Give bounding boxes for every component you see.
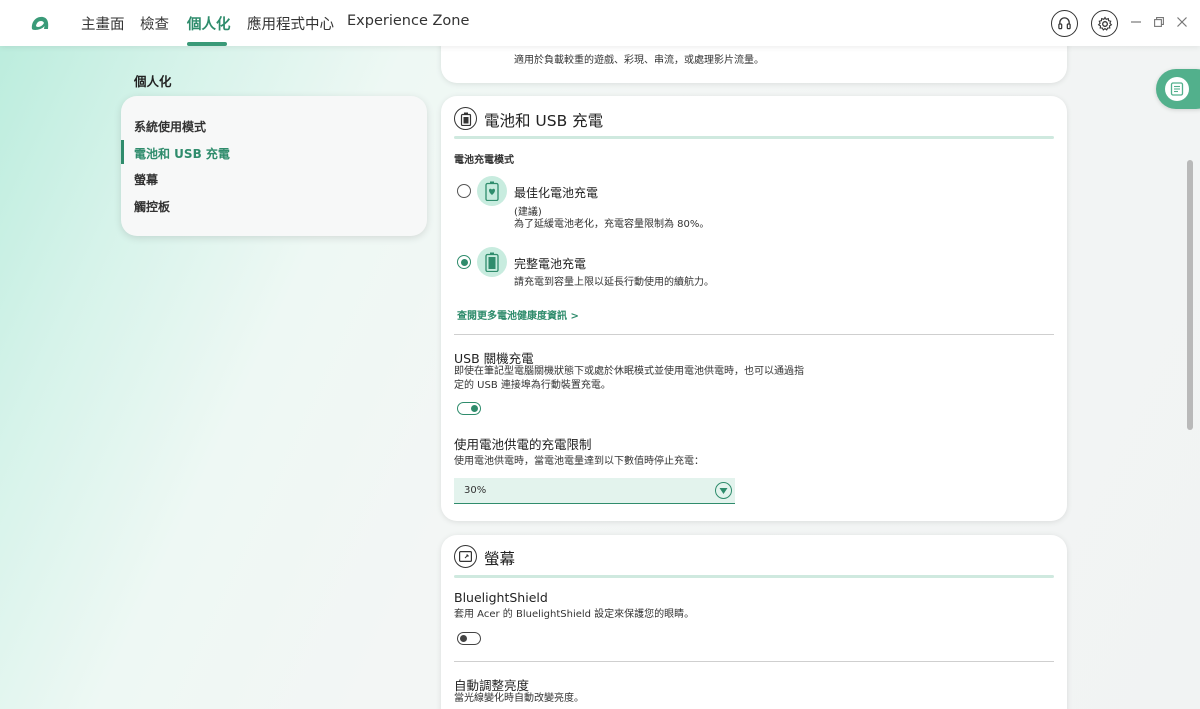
bluelight-toggle[interactable] bbox=[457, 632, 481, 645]
headset-icon bbox=[1058, 17, 1071, 30]
battery-limit-value: 30% bbox=[464, 485, 487, 496]
restore-button[interactable] bbox=[1152, 14, 1166, 30]
mode-description: 適用於負載較重的遊戲、彩現、串流，或處理影片流量。 bbox=[514, 55, 764, 66]
battery-icon bbox=[460, 112, 471, 126]
full-charge-title: 完整電池充電 bbox=[514, 257, 587, 271]
optimized-charge-title: 最佳化電池充電 bbox=[514, 186, 599, 200]
scrollbar-thumb[interactable] bbox=[1187, 160, 1193, 430]
sidebar-item-screen[interactable]: 螢幕 bbox=[134, 171, 158, 188]
minimize-icon bbox=[1131, 21, 1141, 23]
active-tab-indicator bbox=[187, 42, 227, 46]
sidebar-item-system-mode[interactable]: 系統使用模式 bbox=[134, 118, 206, 135]
optimized-charge-icon bbox=[477, 176, 507, 206]
sidebar-section-title: 個人化 bbox=[134, 74, 172, 89]
settings-button[interactable] bbox=[1091, 10, 1118, 37]
screen-card-title: 螢幕 bbox=[484, 550, 516, 568]
tab-home[interactable]: 主畫面 bbox=[81, 13, 125, 46]
close-icon bbox=[1177, 17, 1187, 27]
usb-off-charge-toggle[interactable] bbox=[457, 402, 481, 415]
full-charge-desc: 請充電到容量上限以延長行動使用的續航力。 bbox=[514, 277, 714, 288]
battery-limit-desc: 使用電池供電時，當電池電量達到以下數值時停止充電： bbox=[454, 456, 704, 467]
bluelight-desc: 套用 Acer 的 BluelightShield 設定來保護您的眼睛。 bbox=[454, 609, 695, 620]
minimize-button[interactable] bbox=[1129, 14, 1143, 30]
screen-card-icon bbox=[454, 545, 477, 568]
auto-brightness-desc: 當光線變化時自動改變亮度。 bbox=[454, 693, 584, 704]
battery-limit-title: 使用電池供電的充電限制 bbox=[454, 437, 592, 452]
screen-card: 螢幕 BluelightShield 套用 Acer 的 BluelightSh… bbox=[441, 535, 1067, 709]
usb-off-charge-desc-2: 定的 USB 連接埠為行動裝置充電。 bbox=[454, 380, 611, 391]
bluelight-title: BluelightShield bbox=[454, 590, 548, 605]
battery-health-link[interactable]: 查閱更多電池健康度資訊 > bbox=[457, 307, 579, 322]
monitor-icon bbox=[459, 551, 472, 562]
restore-icon bbox=[1154, 17, 1164, 27]
section-divider bbox=[454, 661, 1054, 662]
tab-app-center[interactable]: 應用程式中心 bbox=[247, 13, 334, 46]
optimized-charge-radio[interactable] bbox=[457, 184, 471, 198]
sidebar-item-touchpad[interactable]: 觸控板 bbox=[134, 198, 170, 215]
section-divider bbox=[454, 334, 1054, 335]
top-bar: 主畫面 檢查 個人化 應用程式中心 Experience Zone bbox=[0, 0, 1200, 46]
sidebar-item-battery-usb[interactable]: 電池和 USB 充電 bbox=[134, 145, 230, 162]
tab-experience-zone[interactable]: Experience Zone bbox=[347, 13, 469, 46]
dropdown-button[interactable] bbox=[715, 482, 732, 499]
sidebar-active-indicator bbox=[121, 140, 124, 164]
gear-icon bbox=[1097, 16, 1112, 31]
battery-usb-card: 電池和 USB 充電 電池充電模式 最佳化電池充電 (建議) 為了延緩電池老化，… bbox=[441, 96, 1067, 521]
battery-heart-icon bbox=[485, 181, 499, 201]
full-charge-icon bbox=[477, 247, 507, 277]
support-button[interactable] bbox=[1051, 10, 1078, 37]
chevron-down-icon bbox=[719, 487, 728, 494]
full-charge-radio[interactable] bbox=[457, 255, 471, 269]
floating-notes-button[interactable] bbox=[1156, 69, 1200, 109]
battery-card-icon bbox=[454, 107, 477, 130]
sidebar-nav: 系統使用模式 電池和 USB 充電 螢幕 觸控板 bbox=[121, 96, 427, 236]
title-underline bbox=[454, 575, 1054, 578]
battery-limit-select[interactable]: 30% bbox=[454, 478, 735, 504]
battery-card-title: 電池和 USB 充電 bbox=[484, 112, 604, 130]
tab-check[interactable]: 檢查 bbox=[140, 13, 169, 46]
charge-mode-label: 電池充電模式 bbox=[454, 155, 514, 166]
title-underline bbox=[454, 136, 1054, 139]
battery-full-icon bbox=[485, 252, 499, 272]
close-button[interactable] bbox=[1175, 14, 1189, 30]
notes-icon bbox=[1170, 82, 1184, 96]
acer-logo-icon[interactable] bbox=[28, 10, 52, 34]
optimized-charge-desc: 為了延緩電池老化，充電容量限制為 80%。 bbox=[514, 219, 710, 230]
usb-off-charge-desc-1: 即使在筆記型電腦關機狀態下或處於休眠模式並使用電池供電時，也可以通過指 bbox=[454, 366, 804, 377]
